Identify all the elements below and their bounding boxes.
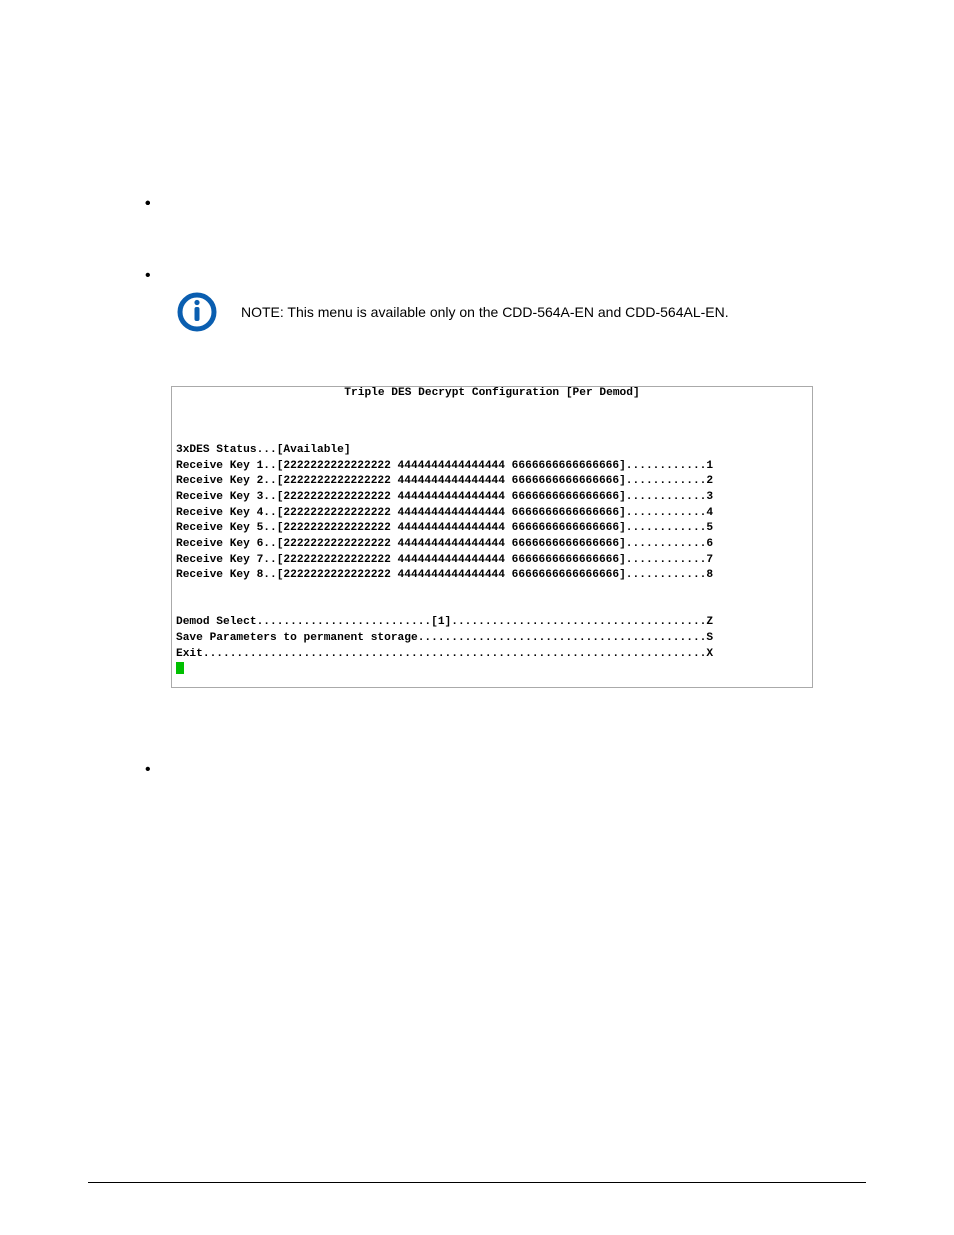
terminal-title: Triple DES Decrypt Configuration [Per De… — [172, 387, 812, 399]
terminal-footer-line: Save Parameters to permanent storage....… — [176, 632, 713, 644]
terminal-key-line: Receive Key 3..[2222222222222222 4444444… — [176, 491, 713, 503]
note-row: NOTE: This menu is available only on the… — [145, 292, 844, 332]
terminal-footer-line: Exit....................................… — [176, 648, 713, 660]
terminal-footer-line: Demod Select..........................[1… — [176, 616, 713, 628]
terminal-status: 3xDES Status...[Available] — [176, 444, 351, 456]
terminal-key-line: Receive Key 1..[2222222222222222 4444444… — [176, 460, 713, 472]
terminal-cursor — [176, 662, 184, 674]
terminal-key-line: Receive Key 5..[2222222222222222 4444444… — [176, 522, 713, 534]
terminal-key-line: Receive Key 2..[2222222222222222 4444444… — [176, 475, 713, 487]
info-icon — [177, 292, 217, 332]
terminal-key-line: Receive Key 7..[2222222222222222 4444444… — [176, 554, 713, 566]
terminal-screenshot: Triple DES Decrypt Configuration [Per De… — [171, 386, 813, 688]
terminal-key-line: Receive Key 4..[2222222222222222 4444444… — [176, 507, 713, 519]
terminal-key-line: Receive Key 8..[2222222222222222 4444444… — [176, 569, 713, 581]
terminal-key-line: Receive Key 6..[2222222222222222 4444444… — [176, 538, 713, 550]
terminal-body: 3xDES Status...[Available] Receive Key 1… — [172, 417, 812, 687]
footer-rule — [88, 1182, 866, 1183]
note-text: NOTE: This menu is available only on the… — [241, 304, 729, 320]
page: NOTE: This menu is available only on the… — [0, 0, 954, 1235]
main-content: NOTE: This menu is available only on the… — [145, 180, 844, 758]
